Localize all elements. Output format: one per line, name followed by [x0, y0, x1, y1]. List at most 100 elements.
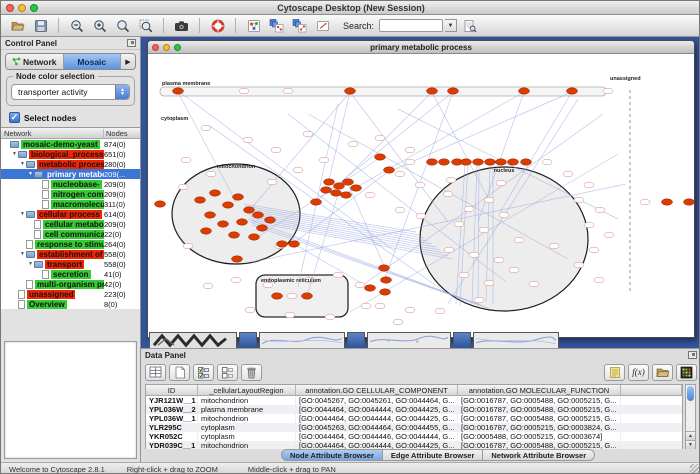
network-node[interactable]	[509, 267, 519, 273]
tree-row[interactable]: multi-organism pro42(0)	[1, 279, 140, 289]
network-node[interactable]	[549, 243, 559, 249]
attribute-grid-button[interactable]	[145, 364, 166, 381]
network-node-selected[interactable]	[341, 192, 352, 198]
tab-edge-attribute-browser[interactable]: Edge Attribute Browser	[383, 449, 483, 461]
table-row[interactable]: YJR121W__1mitochondrion[GO:0045267, GO:0…	[146, 396, 682, 405]
network-overview-button[interactable]	[243, 16, 264, 35]
network-edge[interactable]	[350, 92, 448, 222]
delete-attribute-button[interactable]	[241, 364, 262, 381]
float-panel-icon[interactable]	[688, 351, 697, 359]
network-node[interactable]	[365, 192, 375, 198]
network-node[interactable]	[499, 212, 509, 218]
network-node[interactable]	[267, 179, 277, 185]
minimized-window-thumbnail[interactable]	[259, 332, 345, 348]
network-node[interactable]	[395, 171, 405, 177]
table-column-header[interactable]: ID	[146, 385, 198, 395]
network-node-selected[interactable]	[201, 228, 212, 234]
network-node[interactable]	[484, 197, 494, 203]
network-node[interactable]	[285, 312, 295, 318]
tree-row[interactable]: ▼cellular process614(0)	[1, 209, 140, 219]
network-node[interactable]	[405, 147, 415, 153]
network-node-selected[interactable]	[461, 159, 472, 165]
tree-row[interactable]: response to stimul264(0)	[1, 239, 140, 249]
import-attributes-button[interactable]	[289, 16, 310, 35]
network-node-selected[interactable]	[232, 256, 243, 262]
import-annotation-button[interactable]	[266, 16, 287, 35]
network-node-selected[interactable]	[345, 88, 356, 94]
search-dropdown-arrow[interactable]: ▼	[445, 19, 457, 32]
network-node[interactable]	[393, 319, 403, 325]
network-node-selected[interactable]	[253, 212, 264, 218]
network-node-selected[interactable]	[439, 159, 450, 165]
network-node-selected[interactable]	[173, 88, 184, 94]
network-node[interactable]	[181, 157, 191, 163]
scroll-up-arrow[interactable]: ▲	[686, 431, 695, 440]
network-node-selected[interactable]	[567, 88, 578, 94]
network-node[interactable]	[563, 171, 573, 177]
tree-row[interactable]: nitrogen compo209(0)	[1, 189, 140, 199]
network-zoom-button[interactable]	[174, 44, 181, 51]
network-node[interactable]	[201, 125, 211, 131]
save-button[interactable]	[30, 16, 51, 35]
network-node-selected[interactable]	[277, 241, 288, 247]
network-node-selected[interactable]	[195, 197, 206, 203]
scroll-down-arrow[interactable]: ▼	[686, 440, 695, 449]
close-button[interactable]	[6, 4, 14, 12]
network-node-selected[interactable]	[289, 241, 300, 247]
expander-icon[interactable]: ▼	[11, 151, 18, 157]
network-node[interactable]	[303, 131, 313, 137]
expander-icon[interactable]: ▼	[19, 251, 26, 257]
network-node[interactable]	[595, 207, 605, 213]
network-node-selected[interactable]	[321, 187, 332, 193]
unselect-attributes-button[interactable]	[217, 364, 238, 381]
network-node[interactable]	[348, 141, 358, 147]
network-node[interactable]	[542, 159, 552, 165]
network-node-selected[interactable]	[302, 293, 313, 299]
network-node-selected[interactable]	[485, 159, 496, 165]
network-node[interactable]	[243, 137, 253, 143]
network-node-selected[interactable]	[427, 159, 438, 165]
select-nodes-checkbox[interactable]: ✓	[9, 112, 20, 123]
network-node[interactable]	[435, 308, 445, 314]
network-node[interactable]	[405, 307, 415, 313]
network-node-selected[interactable]	[272, 293, 283, 299]
expander-icon[interactable]: ▼	[19, 211, 26, 217]
network-node[interactable]	[494, 257, 504, 263]
network-minimize-button[interactable]	[163, 44, 170, 51]
zoom-selected-button[interactable]	[135, 16, 156, 35]
minimized-window-edge[interactable]	[347, 332, 365, 348]
network-close-button[interactable]	[152, 44, 159, 51]
search-input[interactable]	[379, 19, 443, 32]
tree-row[interactable]: macromolecule311(0)	[1, 199, 140, 209]
tree-row[interactable]: ▼metabolic process280(0)	[1, 159, 140, 169]
search-options-button[interactable]	[459, 16, 480, 35]
network-node[interactable]	[574, 197, 584, 203]
vizmapper-button[interactable]	[312, 16, 333, 35]
network-node-selected[interactable]	[237, 219, 248, 225]
minimized-window-edge[interactable]	[239, 332, 257, 348]
minimize-button[interactable]	[18, 4, 26, 12]
tree-column-nodes[interactable]: Nodes	[104, 129, 140, 138]
network-node-selected[interactable]	[521, 159, 532, 165]
minimized-window-thumbnail[interactable]	[149, 332, 237, 348]
network-node[interactable]	[640, 199, 650, 205]
formula-button[interactable]: f(x)	[628, 364, 649, 381]
zoom-window-button[interactable]	[30, 4, 38, 12]
float-panel-icon[interactable]	[127, 39, 136, 47]
minimized-window-edge[interactable]	[453, 332, 471, 348]
network-node-selected[interactable]	[218, 221, 229, 227]
expander-icon[interactable]: ▼	[27, 171, 34, 177]
snapshot-button[interactable]	[171, 16, 192, 35]
zoom-fit-button[interactable]	[112, 16, 133, 35]
network-node-selected[interactable]	[233, 194, 244, 200]
tab-mosaic[interactable]: Mosaic	[64, 54, 122, 69]
table-row[interactable]: YKR052Ccytoplasm[GO:0044464, GO:0044446,…	[146, 432, 682, 441]
network-node-selected[interactable]	[229, 232, 240, 238]
tree-row[interactable]: cell communicat22(0)	[1, 229, 140, 239]
network-node[interactable]	[603, 88, 613, 94]
help-button[interactable]	[207, 16, 228, 35]
network-node-selected[interactable]	[351, 185, 362, 191]
select-attributes-button[interactable]	[193, 364, 214, 381]
expander-icon[interactable]: ▼	[27, 261, 34, 267]
table-row[interactable]: YLR295Ccytoplasm[GO:0045263, GO:0044464,…	[146, 423, 682, 432]
